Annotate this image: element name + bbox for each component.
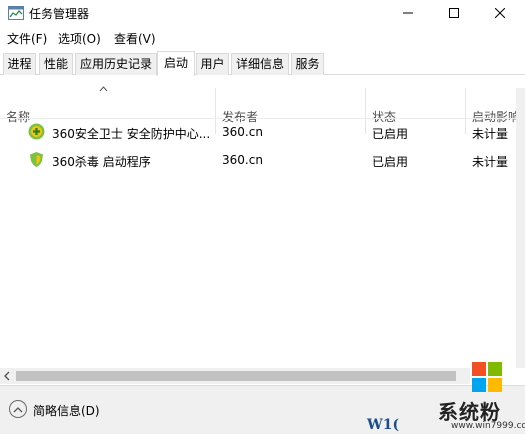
row-publisher: 360.cn <box>222 153 263 167</box>
row-impact: 未计量 <box>472 155 509 169</box>
watermark-text: W1( <box>367 417 400 433</box>
watermark-url: www.win7999.com <box>451 421 525 431</box>
tab-performance[interactable]: 性能 <box>39 53 73 75</box>
360-safeguard-icon <box>28 123 45 140</box>
vertical-scrollbar[interactable] <box>516 88 525 368</box>
tab-users[interactable]: 用户 <box>196 53 229 75</box>
task-manager-icon <box>8 6 24 20</box>
window-title: 任务管理器 <box>29 7 90 21</box>
minimize-button[interactable] <box>385 0 431 26</box>
tab-details[interactable]: 详细信息 <box>231 53 289 75</box>
maximize-icon <box>449 8 459 18</box>
row-status: 已启用 <box>372 127 409 141</box>
horizontal-scrollbar[interactable] <box>0 368 470 384</box>
row-name: 360安全卫士 安全防护中心... <box>52 127 211 141</box>
title-bar: 任务管理器 <box>0 0 525 26</box>
scroll-left-icon[interactable] <box>3 371 11 381</box>
menu-file[interactable]: 文件(F) <box>7 30 47 47</box>
close-icon <box>495 8 505 18</box>
table-row[interactable]: 360安全卫士 安全防护中心... 360.cn 已启用 未计量 <box>0 119 525 147</box>
startup-list: 名称 发布者 状态 启动影响 360安全卫士 安全防护中心... 360.cn … <box>0 76 525 368</box>
minimize-icon <box>403 12 413 14</box>
fewer-details-link[interactable]: 简略信息(D) <box>33 402 100 419</box>
row-name: 360杀毒 启动程序 <box>52 155 151 169</box>
table-row[interactable]: 360杀毒 启动程序 360.cn 已启用 未计量 <box>0 147 525 175</box>
tab-app-history[interactable]: 应用历史记录 <box>75 53 157 75</box>
tab-startup[interactable]: 启动 <box>157 51 195 76</box>
menu-view[interactable]: 查看(V) <box>114 30 156 47</box>
tab-services[interactable]: 服务 <box>291 53 324 75</box>
tab-processes[interactable]: 进程 <box>3 53 36 75</box>
menu-bar: 文件(F) 选项(O) 查看(V) <box>0 28 525 48</box>
windows-logo-icon <box>472 362 502 392</box>
close-button[interactable] <box>477 0 523 26</box>
tab-bar: 进程 性能 应用历史记录 启动 用户 详细信息 服务 <box>0 51 525 76</box>
row-status: 已启用 <box>372 155 409 169</box>
maximize-button[interactable] <box>431 0 477 26</box>
row-impact: 未计量 <box>472 127 509 141</box>
collapse-up-icon[interactable] <box>9 400 27 418</box>
360-antivirus-icon <box>30 152 43 167</box>
row-publisher: 360.cn <box>222 125 263 139</box>
scrollbar-thumb[interactable] <box>16 371 456 381</box>
menu-options[interactable]: 选项(O) <box>58 30 101 47</box>
